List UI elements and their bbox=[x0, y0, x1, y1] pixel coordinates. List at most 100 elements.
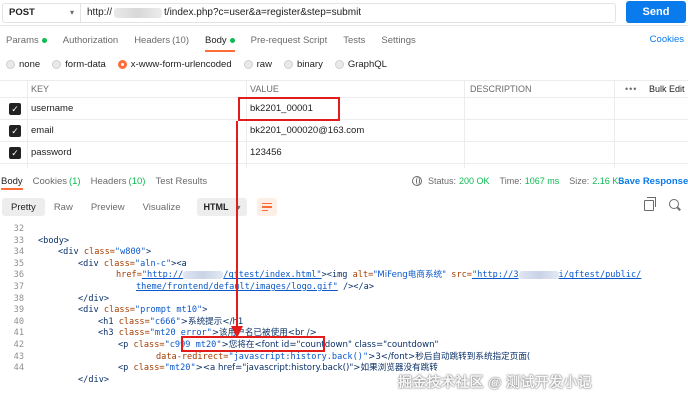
code-line: 35 <div class="aln-c"><a bbox=[0, 259, 688, 271]
code-text: href="http:///qftest/index.html"><img al… bbox=[116, 270, 642, 281]
save-response-button[interactable]: Save Response ▾ bbox=[618, 172, 688, 190]
code-text: <h1 class="c666">系统提示</h1 bbox=[98, 316, 244, 327]
radio-none-label: none bbox=[19, 58, 41, 70]
more-options-icon[interactable]: ••• bbox=[625, 84, 637, 94]
response-view-toolbar: Pretty Raw Preview Visualize HTML ▾ bbox=[0, 196, 688, 218]
tab-response-body-label: Body bbox=[1, 175, 23, 187]
redacted-host bbox=[114, 7, 163, 18]
tab-response-headers-label: Headers bbox=[90, 175, 127, 187]
column-divider bbox=[464, 80, 465, 168]
view-visualize-button[interactable]: Visualize bbox=[134, 198, 190, 216]
globe-icon[interactable] bbox=[412, 176, 422, 186]
checkbox-checked-icon[interactable]: ✓ bbox=[9, 124, 21, 137]
annotation-box-error bbox=[181, 336, 325, 352]
line-number: 36 bbox=[13, 270, 24, 281]
line-number: 37 bbox=[13, 281, 24, 292]
checkbox-checked-icon[interactable]: ✓ bbox=[9, 102, 21, 115]
tab-settings[interactable]: Settings bbox=[373, 28, 423, 52]
radio-circle-icon bbox=[243, 59, 253, 69]
send-button[interactable]: Send bbox=[626, 1, 686, 23]
radio-circle-icon bbox=[52, 59, 62, 69]
tab-test-results[interactable]: Test Results bbox=[150, 172, 212, 190]
tab-tests[interactable]: Tests bbox=[335, 28, 373, 52]
copy-icon[interactable] bbox=[644, 197, 656, 211]
search-icon[interactable] bbox=[669, 199, 679, 209]
line-number: 42 bbox=[13, 339, 24, 350]
tab-pre-request-script[interactable]: Pre-request Script bbox=[243, 28, 336, 52]
tab-headers-label: Headers bbox=[134, 34, 171, 46]
param-value[interactable]: bk2201_000020@163.com bbox=[250, 125, 364, 136]
code-text: <div class="prompt mt10"> bbox=[78, 305, 208, 316]
tab-body[interactable]: Body bbox=[197, 28, 243, 52]
radio-x-www-form-urlencoded[interactable]: x-www-form-urlencoded bbox=[117, 59, 232, 70]
tab-headers-count: (10) bbox=[172, 34, 190, 46]
code-line: 33 <body> bbox=[0, 236, 688, 248]
column-description: DESCRIPTION bbox=[470, 84, 532, 94]
code-line: 42 <p class="c999 mt20">您将在<font id="cou… bbox=[0, 340, 688, 352]
request-tabs: Params Authorization Headers (10) Body Pr… bbox=[0, 28, 688, 52]
line-number: 32 bbox=[13, 224, 24, 234]
format-select[interactable]: HTML ▾ bbox=[197, 198, 247, 216]
checkbox-checked-icon[interactable]: ✓ bbox=[9, 146, 21, 159]
view-pretty-button[interactable]: Pretty bbox=[2, 198, 45, 216]
radio-binary[interactable]: binary bbox=[283, 59, 323, 70]
radio-none[interactable]: none bbox=[6, 59, 40, 70]
wrap-lines-icon[interactable] bbox=[256, 198, 277, 216]
radio-circle-icon bbox=[283, 59, 293, 69]
view-raw-button[interactable]: Raw bbox=[45, 198, 82, 216]
code-line: 32 bbox=[0, 224, 688, 236]
param-key[interactable]: username bbox=[31, 103, 73, 114]
chevron-down-icon: ▾ bbox=[69, 8, 74, 17]
size-label: Size: bbox=[569, 176, 590, 186]
view-preview-button[interactable]: Preview bbox=[82, 198, 134, 216]
modified-dot-icon bbox=[229, 37, 235, 43]
radio-circle-icon bbox=[334, 59, 344, 69]
time-label: Time: bbox=[499, 176, 522, 186]
tab-response-body[interactable]: Body bbox=[0, 172, 28, 190]
annotation-arrowhead-icon bbox=[231, 326, 243, 338]
status-label: Status: bbox=[428, 176, 457, 186]
line-number: 39 bbox=[13, 305, 24, 316]
code-text: </div> bbox=[78, 374, 110, 385]
tab-response-headers[interactable]: Headers (10) bbox=[86, 172, 151, 190]
cookies-link[interactable]: Cookies bbox=[650, 34, 684, 45]
modified-dot-icon bbox=[41, 37, 47, 43]
time-value[interactable]: 1067 ms bbox=[525, 176, 560, 186]
status-value[interactable]: 200 OK bbox=[459, 176, 490, 186]
column-key: KEY bbox=[31, 84, 50, 94]
code-line: 39 <div class="prompt mt10"> bbox=[0, 305, 688, 317]
radio-selected-icon bbox=[117, 59, 127, 69]
column-divider bbox=[614, 80, 615, 168]
radio-circle-icon bbox=[6, 59, 15, 69]
radio-graphql[interactable]: GraphQL bbox=[334, 59, 387, 70]
param-key[interactable]: email bbox=[31, 125, 54, 136]
save-response-label: Save Response bbox=[618, 175, 688, 187]
url-suffix: t/index.php?c=user&a=register&step=submi… bbox=[164, 7, 362, 18]
url-input[interactable]: http:// t/index.php?c=user&a=register&st… bbox=[80, 2, 616, 23]
code-text: <body> bbox=[38, 235, 70, 246]
tab-authorization-label: Authorization bbox=[62, 34, 119, 46]
line-number: 44 bbox=[13, 363, 24, 374]
watermark: 掘金技术社区 @ 测试开发小记 bbox=[398, 374, 592, 390]
code-text: theme/frontend/default/images/logo.gif" … bbox=[136, 281, 374, 292]
param-value[interactable]: 123456 bbox=[250, 147, 282, 158]
line-number: 41 bbox=[13, 328, 24, 339]
code-line: 43 data-redirect="javascript:history.bac… bbox=[0, 352, 688, 364]
tab-response-cookies-label: Cookies bbox=[32, 175, 67, 187]
radio-form-data[interactable]: form-data bbox=[52, 59, 106, 70]
radio-raw[interactable]: raw bbox=[243, 59, 272, 70]
code-line: 34 <div class="w800"> bbox=[0, 247, 688, 259]
response-status: Status: 200 OK Time: 1067 ms Size: 2.16 … bbox=[412, 172, 634, 190]
tab-params[interactable]: Params bbox=[0, 28, 55, 52]
url-prefix: http:// bbox=[87, 7, 113, 18]
line-number: 34 bbox=[13, 247, 24, 258]
bulk-edit-button[interactable]: Bulk Edit bbox=[649, 84, 685, 94]
param-key[interactable]: password bbox=[31, 147, 72, 158]
code-line: 38 </div> bbox=[0, 294, 688, 306]
tab-authorization[interactable]: Authorization bbox=[55, 28, 126, 52]
tab-response-cookies[interactable]: Cookies (1) bbox=[28, 172, 86, 190]
tab-headers[interactable]: Headers (10) bbox=[126, 28, 197, 52]
method-select[interactable]: POST ▾ bbox=[2, 2, 80, 23]
body-type-selector: none form-data x-www-form-urlencoded raw… bbox=[0, 56, 393, 72]
column-divider bbox=[246, 80, 247, 168]
